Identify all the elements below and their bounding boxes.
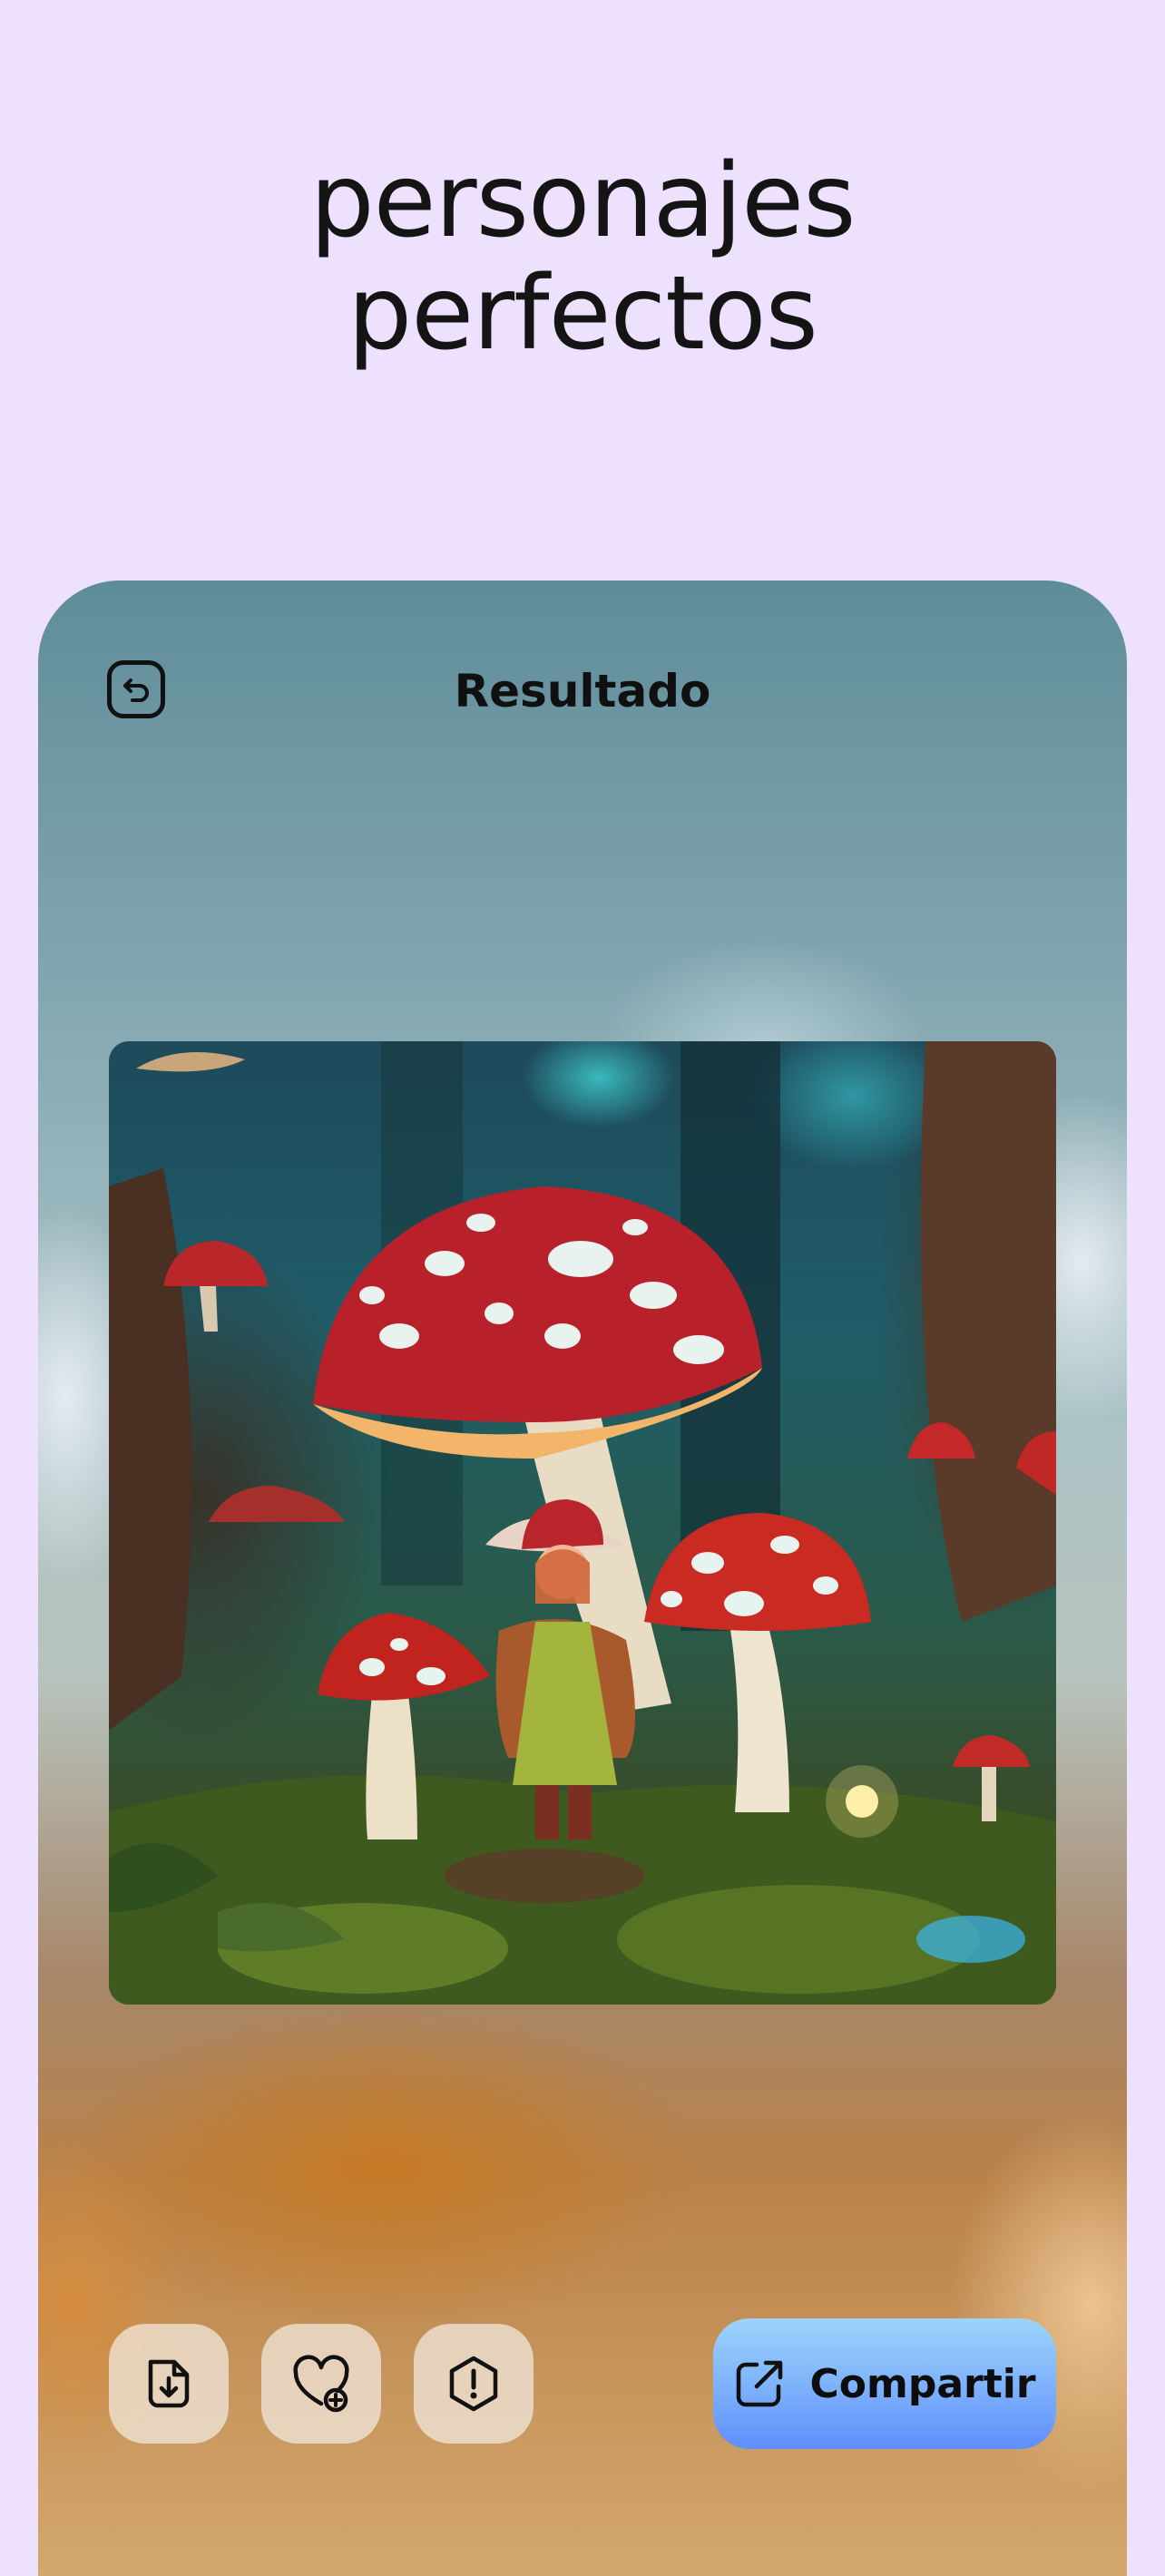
favorite-button[interactable] <box>261 2324 381 2444</box>
share-button[interactable]: Compartir <box>713 2318 1056 2449</box>
download-button[interactable] <box>109 2324 229 2444</box>
heart-add-icon <box>293 2355 349 2413</box>
report-button[interactable] <box>414 2324 534 2444</box>
mushroom-forest-illustration <box>109 1041 1056 2005</box>
warning-octagon-icon <box>449 2356 498 2412</box>
share-label: Compartir <box>809 2360 1036 2407</box>
external-share-icon <box>737 2360 783 2407</box>
hero-line-1: personajes <box>309 142 857 260</box>
hero-line-2: perfectos <box>348 255 818 373</box>
screen-header: Resultado <box>38 581 1127 798</box>
result-screen-card: Resultado Compartir <box>38 581 1127 2576</box>
download-file-icon <box>148 2359 190 2408</box>
generated-image[interactable] <box>109 1041 1056 2005</box>
hero-headline: personajes perfectos <box>0 145 1165 370</box>
screen-title: Resultado <box>454 665 711 717</box>
